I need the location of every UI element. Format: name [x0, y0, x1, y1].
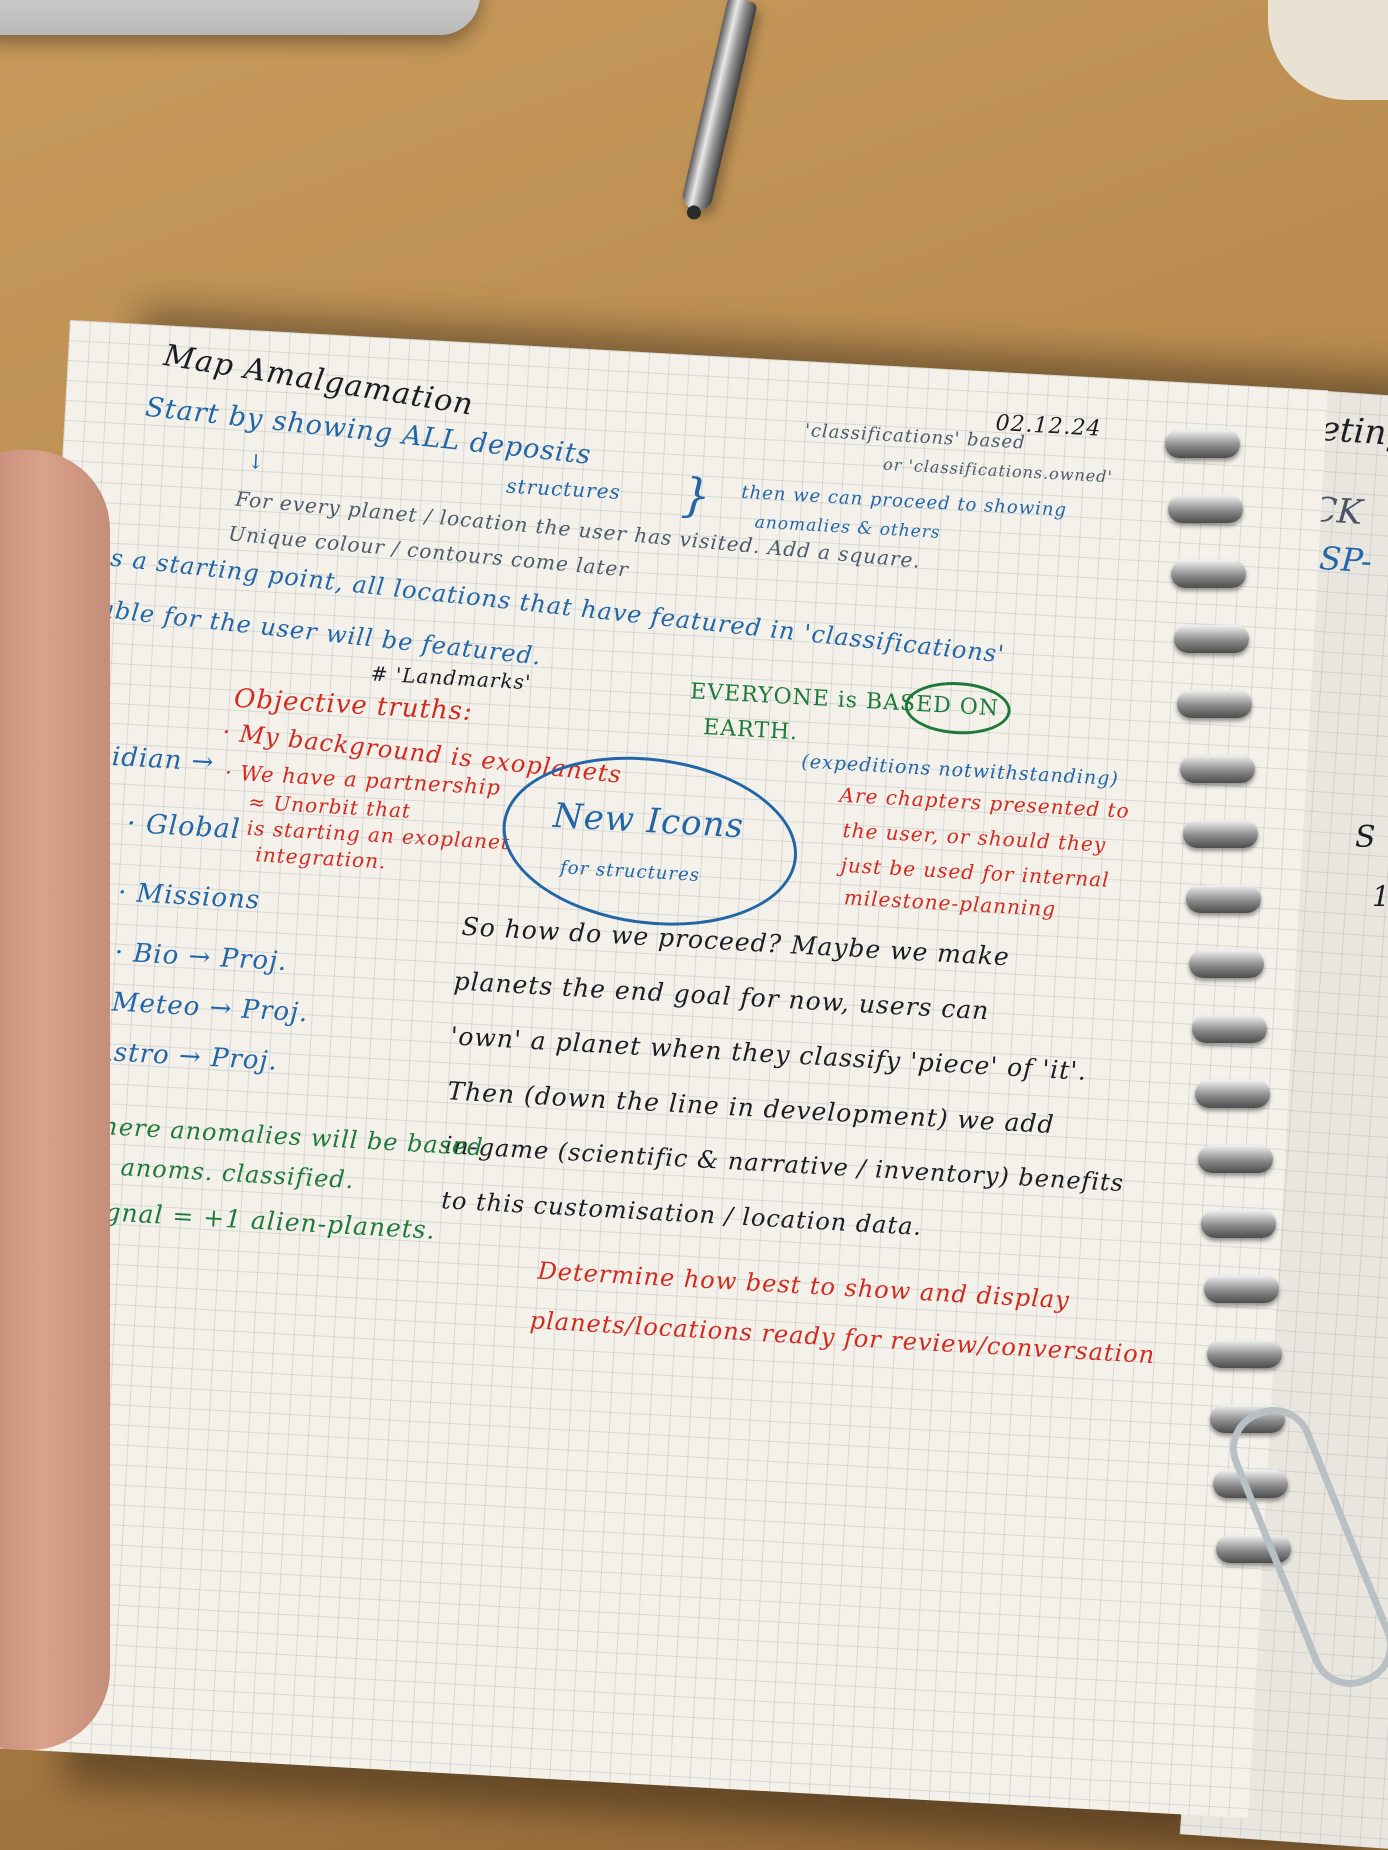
spiral-ring — [1201, 1210, 1276, 1238]
spiral-ring — [1186, 885, 1261, 913]
photo-scene: Meeting TICK SSP- S 1 Map Amalgamation 0… — [0, 0, 1388, 1850]
based-circle — [903, 679, 1013, 738]
spiral-ring — [1204, 1275, 1279, 1303]
laptop-corner — [0, 0, 480, 35]
note-start-line-2: structures — [505, 473, 622, 504]
right-page-one: 1 — [1372, 880, 1388, 913]
note-chapters-1: Are chapters presented to — [839, 782, 1131, 823]
note-missions: · Missions — [117, 877, 261, 916]
pen — [680, 0, 758, 221]
note-proceed-5: in-game (scientific & narrative / invent… — [443, 1131, 1125, 1198]
notebook-page: Map Amalgamation 02.12.24 Start by showi… — [0, 320, 1329, 1819]
spiral-ring — [1198, 1145, 1273, 1173]
spiral-ring — [1195, 1080, 1270, 1108]
note-everyone-2: EARTH. — [702, 715, 799, 746]
note-proceed-1: So how do we proceed? Maybe we make — [460, 911, 1011, 972]
note-global: · Global — [126, 807, 242, 846]
note-objective: Objective truths: — [233, 683, 474, 728]
spiral-ring — [1168, 495, 1243, 523]
spiral-ring — [1183, 820, 1258, 848]
note-meteo: Meteo → Proj. — [111, 987, 310, 1029]
note-proceed-6: to this customisation / location data. — [440, 1186, 923, 1241]
note-brace-1: 'classifications' based — [804, 420, 1027, 454]
spiral-ring — [1180, 755, 1255, 783]
note-chapters-3: just be used for internal — [840, 852, 1111, 892]
note-chapters-2: the user, or should they — [842, 817, 1107, 857]
hand — [0, 450, 110, 1750]
spiral-ring — [1174, 625, 1249, 653]
spiral-ring — [1192, 1015, 1267, 1043]
spiral-ring — [1177, 690, 1252, 718]
note-proceed-2: planets the end goal for now, users can — [452, 966, 991, 1026]
note-chapters-4: milestone-planning — [843, 885, 1057, 921]
note-proceed-4: Then (down the line in development) we a… — [446, 1076, 1056, 1140]
note-determine-2: planets/locations ready for review/conve… — [529, 1306, 1156, 1370]
note-arrow-down: ↓ — [246, 449, 266, 475]
spiral-ring — [1171, 560, 1246, 588]
note-determine-1: Determine how best to show and display — [536, 1256, 1071, 1315]
spiral-ring — [1189, 950, 1264, 978]
note-astro: Astro → Proj. — [93, 1036, 279, 1077]
pen-tip — [685, 204, 703, 221]
note-proceed-3: 'own' a planet when they classify 'piece… — [449, 1021, 1088, 1086]
right-page-s: S — [1355, 820, 1376, 855]
note-brace: } — [679, 467, 713, 524]
note-brace-2: or 'classifications.owned' — [882, 454, 1114, 487]
cloth-corner — [1268, 0, 1388, 100]
note-obj-5: integration. — [254, 842, 388, 874]
spiral-ring — [1165, 430, 1240, 458]
note-bio: · Bio → Proj. — [113, 937, 289, 978]
spiral-ring — [1207, 1340, 1282, 1368]
